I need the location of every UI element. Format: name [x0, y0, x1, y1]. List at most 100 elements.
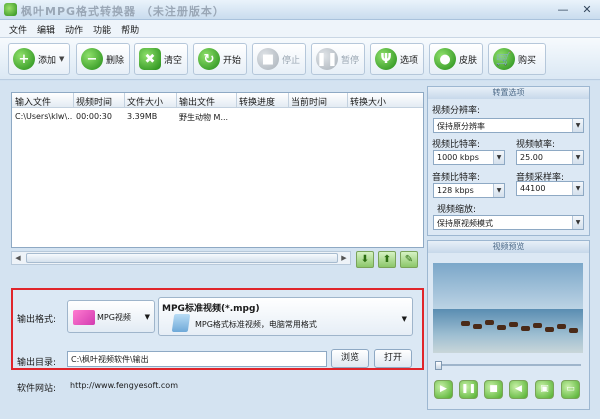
video-bitrate-value: 1000 kbps — [437, 153, 479, 162]
add-label: 添加 — [38, 55, 57, 66]
scroll-left-icon[interactable]: ◀ — [12, 252, 24, 264]
snapshot-button[interactable]: ▣ — [535, 380, 554, 399]
scroll-right-icon[interactable]: ▶ — [338, 252, 350, 264]
stop-preview-button[interactable]: ■ — [484, 380, 503, 399]
col-progress[interactable]: 转换进度 — [239, 95, 275, 108]
chevron-down-icon: ▼ — [493, 151, 504, 164]
menu-function[interactable]: 功能 — [88, 20, 116, 37]
minimize-button[interactable]: — — [556, 3, 570, 16]
document-icon — [171, 314, 191, 332]
chevron-down-icon: ▼ — [572, 151, 583, 164]
format-description: MPG格式标准视频，电脑常用格式 — [195, 320, 317, 329]
start-label: 开始 — [223, 55, 242, 66]
menu-bar: 文件 编辑 动作 功能 帮助 — [0, 20, 600, 38]
start-button[interactable]: ↻ 开始 — [193, 43, 247, 75]
clear-button[interactable]: ✖ 清空 — [134, 43, 188, 75]
play-button[interactable]: ▶ — [434, 380, 453, 399]
scroll-thumb[interactable] — [26, 253, 338, 263]
output-dir-label: 输出目录: — [17, 358, 57, 368]
close-button[interactable]: ✕ — [580, 3, 594, 16]
clear-label: 清空 — [164, 55, 183, 66]
stop-button[interactable]: ■ 停止 — [252, 43, 306, 75]
menu-help[interactable]: 帮助 — [116, 20, 144, 37]
col-current-time[interactable]: 当前时间 — [291, 95, 327, 108]
site-label: 软件网站: — [17, 384, 57, 394]
col-output-file[interactable]: 输出文件 — [179, 95, 215, 108]
volume-button[interactable]: ◀ — [509, 380, 528, 399]
chevron-down-icon: ▼ — [572, 119, 583, 132]
stop-icon: ■ — [257, 48, 279, 70]
file-list[interactable]: 输入文件 视频时间 文件大小 输出文件 转换进度 当前时间 转换大小 C:\Us… — [11, 92, 424, 248]
scale-select[interactable]: 保持原视频模式 ▼ — [433, 215, 584, 230]
format-category-label: MPG视频 — [97, 313, 131, 322]
move-up-button[interactable]: ⬆ — [378, 251, 396, 268]
refresh-icon: ↻ — [198, 48, 220, 70]
row-output-file: 野生动物 M... — [179, 113, 229, 122]
delete-button[interactable]: − 删除 — [76, 43, 130, 75]
options-button[interactable]: Ψ 选项 — [370, 43, 424, 75]
skin-icon: ● — [434, 48, 456, 70]
stop-label: 停止 — [282, 55, 301, 66]
skin-label: 皮肤 — [459, 55, 478, 66]
chevron-down-icon: ▼ — [59, 55, 65, 63]
buy-button[interactable]: 🛒 购买 — [488, 43, 546, 75]
chevron-down-icon: ▼ — [572, 216, 583, 229]
video-bitrate-select[interactable]: 1000 kbps ▼ — [433, 150, 505, 165]
col-converted-size[interactable]: 转换大小 — [350, 95, 386, 108]
col-input-file[interactable]: 输入文件 — [15, 95, 51, 108]
move-down-button[interactable]: ⬇ — [356, 251, 374, 268]
col-video-time[interactable]: 视频时间 — [76, 95, 112, 108]
output-dir-field[interactable]: C:\枫叶视频软件\输出 — [67, 351, 327, 367]
format-select[interactable]: MPG标准视频(*.mpg) MPG格式标准视频，电脑常用格式 ▼ — [158, 297, 413, 336]
open-button[interactable]: 打开 — [374, 349, 412, 368]
preview-title: 视频预览 — [428, 241, 589, 253]
chevron-down-icon: ▼ — [493, 184, 504, 197]
skin-button[interactable]: ● 皮肤 — [429, 43, 483, 75]
pause-preview-button[interactable]: ❚❚ — [459, 380, 478, 399]
window-title: 枫叶MPG格式转换器 （未注册版本） — [21, 5, 225, 18]
resolution-value: 保持原分辨率 — [437, 122, 485, 131]
app-logo-icon — [4, 3, 17, 16]
format-name: MPG标准视频(*.mpg) — [162, 304, 260, 314]
playback-slider[interactable] — [435, 361, 581, 370]
edit-button[interactable]: ✎ — [400, 251, 418, 268]
buy-label: 购买 — [518, 55, 537, 66]
scale-label: 视频缩放: — [437, 205, 477, 215]
pause-button[interactable]: ❚❚ 暂停 — [311, 43, 365, 75]
pause-label: 暂停 — [341, 55, 360, 66]
video-bitrate-label: 视频比特率: — [432, 140, 481, 150]
playback-slider-thumb[interactable] — [435, 361, 442, 370]
title-bar: 枫叶MPG格式转换器 （未注册版本） — ✕ — [0, 0, 600, 20]
pause-icon: ❚❚ — [316, 48, 338, 70]
col-file-size[interactable]: 文件大小 — [127, 95, 163, 108]
audio-bitrate-select[interactable]: 128 kbps ▼ — [433, 183, 505, 198]
sample-rate-select[interactable]: 44100 ▼ — [516, 181, 584, 196]
file-list-scrollbar[interactable]: ◀ ▶ — [11, 251, 351, 265]
menu-edit[interactable]: 编辑 — [32, 20, 60, 37]
clear-icon: ✖ — [139, 48, 161, 70]
frame-rate-value: 25.00 — [520, 153, 543, 162]
toolbar: + 添加 ▼ − 删除 ✖ 清空 ↻ 开始 ■ 停止 ❚❚ 暂停 Ψ 选项 ● … — [0, 38, 600, 80]
video-preview — [433, 263, 583, 353]
site-link[interactable]: http://www.fengyesoft.com — [70, 381, 178, 390]
menu-file[interactable]: 文件 — [4, 20, 32, 37]
tools-icon: Ψ — [375, 48, 397, 70]
menu-action[interactable]: 动作 — [60, 20, 88, 37]
frame-rate-select[interactable]: 25.00 ▼ — [516, 150, 584, 165]
folder-button[interactable]: ▭ — [561, 380, 580, 399]
resolution-label: 视频分辨率: — [432, 106, 481, 116]
plus-icon: + — [13, 48, 35, 70]
delete-label: 删除 — [106, 55, 125, 66]
chevron-down-icon: ▼ — [401, 315, 407, 323]
add-button[interactable]: + 添加 ▼ — [8, 43, 70, 75]
scale-value: 保持原视频模式 — [437, 219, 493, 228]
panel-title: 转置选项 — [428, 87, 589, 99]
browse-button[interactable]: 浏览 — [331, 349, 369, 368]
audio-bitrate-label: 音频比特率: — [432, 173, 481, 183]
chevron-down-icon: ▼ — [572, 182, 583, 195]
row-input-file: C:\Users\klw\... — [15, 112, 73, 121]
row-file-size: 3.39MB — [127, 112, 158, 121]
options-label: 选项 — [400, 55, 419, 66]
resolution-select[interactable]: 保持原分辨率 ▼ — [433, 118, 584, 133]
format-category-select[interactable]: MPG视频 ▼ — [67, 300, 155, 333]
